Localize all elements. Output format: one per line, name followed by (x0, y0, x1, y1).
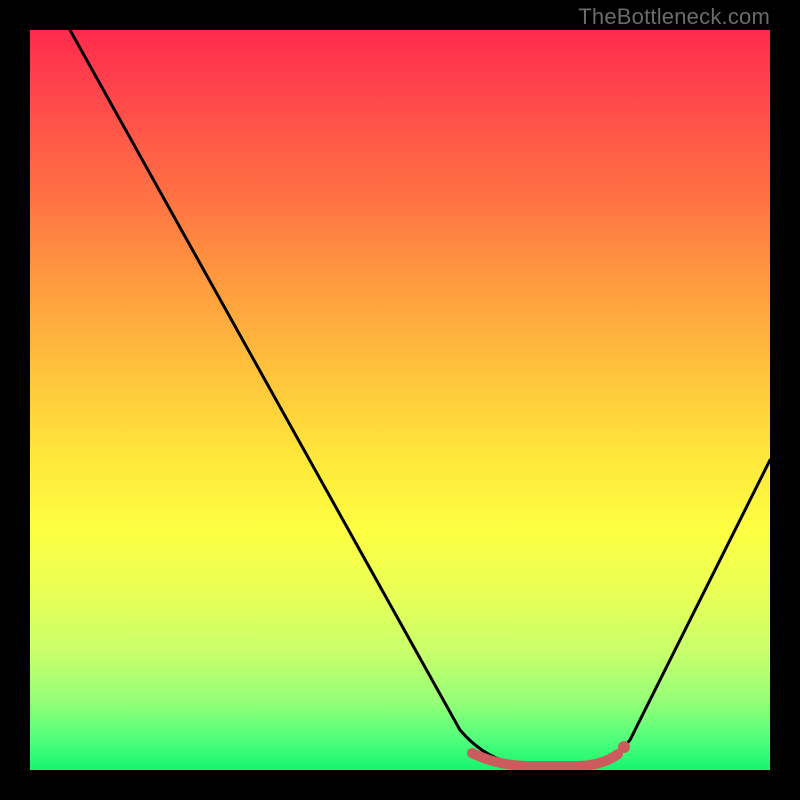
chart-frame: TheBottleneck.com (0, 0, 800, 800)
bottleneck-curve (30, 30, 770, 770)
curve-path (70, 30, 770, 765)
chart-plot-area (30, 30, 770, 770)
trough-highlight (472, 753, 618, 766)
trough-end-dot (618, 741, 630, 753)
watermark-text: TheBottleneck.com (578, 4, 770, 30)
